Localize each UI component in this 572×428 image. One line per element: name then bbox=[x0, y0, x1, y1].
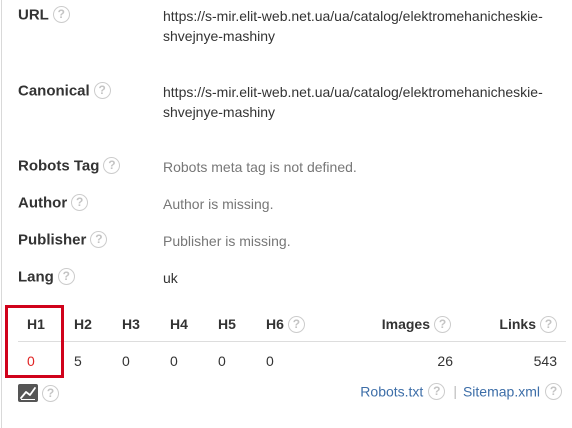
seo-info-panel: URL? https://s-mir.elit-web.net.ua/ua/ca… bbox=[0, 0, 572, 428]
header-images: Images? bbox=[382, 315, 451, 333]
canonical-value: https://s-mir.elit-web.net.ua/ua/catalog… bbox=[163, 84, 543, 120]
header-h6: H6? bbox=[266, 315, 305, 333]
help-icon[interactable]: ? bbox=[90, 230, 108, 248]
header-h5: H5 bbox=[218, 316, 236, 332]
robots-tag-value: Robots meta tag is not defined. bbox=[163, 159, 357, 175]
sitemap-xml-link[interactable]: Sitemap.xml bbox=[463, 383, 540, 399]
help-icon[interactable]: ? bbox=[434, 315, 451, 333]
help-icon[interactable]: ? bbox=[103, 156, 121, 174]
robots-tag-label: Robots Tag? bbox=[18, 156, 121, 175]
publisher-row: Publisher? Publisher is missing. bbox=[18, 230, 558, 253]
help-icon[interactable]: ? bbox=[42, 385, 59, 402]
value-images: 26 bbox=[437, 353, 453, 369]
value-h2: 5 bbox=[74, 353, 82, 369]
panel-left-border bbox=[1, 0, 2, 428]
header-links: Links? bbox=[499, 315, 557, 333]
help-icon[interactable]: ? bbox=[52, 5, 70, 23]
header-h3: H3 bbox=[122, 316, 140, 332]
help-icon[interactable]: ? bbox=[428, 382, 446, 400]
h1-highlight-box bbox=[5, 305, 64, 378]
value-h6: 0 bbox=[266, 353, 274, 369]
robots-txt-link[interactable]: Robots.txt bbox=[360, 383, 423, 399]
value-h5: 0 bbox=[218, 353, 226, 369]
header-h4: H4 bbox=[170, 316, 188, 332]
help-icon[interactable]: ? bbox=[545, 382, 562, 400]
help-icon[interactable]: ? bbox=[287, 315, 305, 333]
line-chart-icon[interactable] bbox=[18, 384, 38, 402]
help-icon[interactable]: ? bbox=[71, 193, 89, 211]
headings-header-row: H1 H2 H3 H4 H5 H6? Images? Links? bbox=[18, 312, 566, 342]
author-row: Author? Author is missing. bbox=[18, 193, 558, 216]
headings-table: H1 H2 H3 H4 H5 H6? Images? Links? 0 5 0 … bbox=[18, 312, 566, 372]
lang-row: Lang? uk bbox=[18, 267, 558, 290]
help-icon[interactable]: ? bbox=[540, 315, 557, 333]
panel-footer: ? Robots.txt? | Sitemap.xml? bbox=[18, 382, 566, 404]
url-label: URL? bbox=[18, 5, 70, 24]
lang-label: Lang? bbox=[18, 267, 75, 286]
canonical-label: Canonical? bbox=[18, 81, 111, 100]
footer-links: Robots.txt? | Sitemap.xml? bbox=[360, 382, 562, 400]
publisher-value: Publisher is missing. bbox=[163, 233, 291, 249]
author-label: Author? bbox=[18, 193, 89, 212]
lang-value: uk bbox=[163, 270, 178, 286]
url-row: URL? https://s-mir.elit-web.net.ua/ua/ca… bbox=[18, 5, 558, 68]
line-chart-glyph bbox=[20, 387, 36, 400]
value-links: 543 bbox=[533, 353, 557, 369]
header-h2: H2 bbox=[74, 316, 92, 332]
publisher-label: Publisher? bbox=[18, 230, 108, 249]
author-value: Author is missing. bbox=[163, 196, 274, 212]
headings-values-row: 0 5 0 0 0 0 26 543 bbox=[18, 343, 566, 373]
value-h3: 0 bbox=[122, 353, 130, 369]
value-h4: 0 bbox=[170, 353, 178, 369]
help-icon[interactable]: ? bbox=[57, 267, 75, 285]
url-value: https://s-mir.elit-web.net.ua/ua/catalog… bbox=[163, 8, 543, 44]
canonical-row: Canonical? https://s-mir.elit-web.net.ua… bbox=[18, 81, 558, 144]
help-icon[interactable]: ? bbox=[93, 81, 111, 99]
robots-tag-row: Robots Tag? Robots meta tag is not defin… bbox=[18, 156, 558, 179]
link-separator: | bbox=[453, 383, 457, 400]
